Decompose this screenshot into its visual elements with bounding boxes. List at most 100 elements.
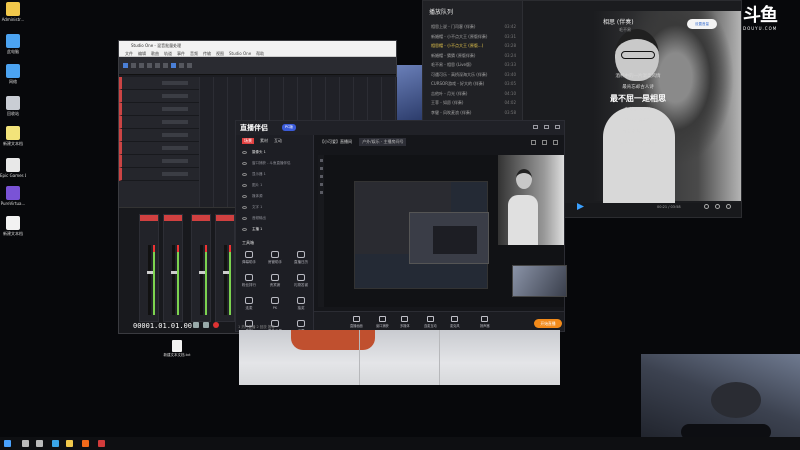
bottom-tool[interactable]: 窗口捕获	[376, 316, 389, 328]
queue-item[interactable]: 吉他叶 - 月光 (伴奏) 04:10	[423, 89, 522, 99]
desktop-shortcut[interactable]: Epic Games Launcher	[0, 158, 26, 178]
toolbox-item[interactable]: 贵宾席	[262, 274, 288, 288]
source-item[interactable]: 主播 1	[236, 224, 313, 235]
channel-strip[interactable]	[215, 214, 235, 322]
camera-icon[interactable]	[319, 159, 323, 162]
close-icon[interactable]	[555, 125, 560, 129]
bottom-tool[interactable]: 扬声器	[480, 316, 490, 328]
toolbox-item[interactable]: 房管助手	[262, 251, 288, 265]
menu-item[interactable]: 轨道	[164, 51, 172, 56]
window-icon[interactable]	[319, 183, 323, 186]
bottom-tool[interactable]: 麦克风	[450, 316, 460, 328]
image-icon[interactable]	[319, 167, 323, 170]
menu-item[interactable]: Studio One	[229, 51, 251, 56]
menu-item[interactable]: 歌曲	[151, 51, 159, 56]
loop-icon[interactable]	[179, 63, 184, 68]
queue-item[interactable]: 王菲 - 如愿 (伴奏) 04:02	[423, 98, 522, 108]
text-icon[interactable]	[319, 175, 323, 178]
track-row[interactable]	[119, 116, 199, 129]
queue-item[interactable]: 可遇可乐 - 高桥深海大乐 (伴奏) 03:40	[423, 70, 522, 80]
track-row[interactable]	[119, 77, 199, 90]
live-header[interactable]: 直播伴侣 PC版	[236, 121, 564, 135]
scene-tab[interactable]: 场景	[242, 138, 254, 144]
toolbox-item[interactable]: 礼物答谢	[288, 274, 314, 288]
loop-mode-icon[interactable]	[715, 204, 720, 209]
eye-icon[interactable]	[242, 228, 247, 231]
eye-icon[interactable]	[242, 195, 247, 198]
desktop-shortcut[interactable]: 新建文本档	[0, 216, 26, 236]
volume-icon[interactable]	[704, 204, 709, 209]
source-item[interactable]: 显示器 1	[236, 169, 313, 180]
toolbox-item[interactable]: 连麦	[236, 297, 262, 311]
desktop-file-icon[interactable]: 新建文本文档.txt	[164, 340, 190, 358]
eye-icon[interactable]	[242, 217, 247, 220]
queue-item[interactable]: 相思帽 - 小不点大王 (原版...) 03:28	[423, 41, 522, 51]
eye-icon[interactable]	[242, 184, 247, 187]
menu-item[interactable]: 帮助	[256, 51, 264, 56]
record-icon[interactable]	[213, 322, 219, 328]
track-row[interactable]	[119, 142, 199, 155]
channel-strip[interactable]	[139, 214, 159, 322]
pencil-tool-icon[interactable]	[131, 63, 136, 68]
source-item[interactable]: 窗口捕获 - 斗鱼直播伴侣	[236, 158, 313, 169]
zoom-tool-icon[interactable]	[163, 63, 168, 68]
eye-icon[interactable]	[242, 173, 247, 176]
stop-icon[interactable]	[193, 322, 199, 328]
live-streaming-window[interactable]: 直播伴侣 PC版 场景 素材 互动 摄像头 1 窗口捕获 - 斗鱼直播伴侣 显示器 1 图…	[235, 120, 565, 332]
track-row[interactable]	[119, 155, 199, 168]
queue-item[interactable]: 新婚帽 - 小不点大王 (原版伴奏) 03:31	[423, 32, 522, 42]
explorer-icon[interactable]	[66, 440, 73, 447]
desktop-shortcut[interactable]: 回收站	[0, 96, 26, 116]
channel-fader[interactable]	[172, 245, 175, 315]
track-row[interactable]	[119, 168, 199, 181]
thumbnail-window[interactable]	[512, 265, 567, 297]
source-item[interactable]: 图片 1	[236, 180, 313, 191]
studio-one-icon[interactable]	[98, 440, 105, 447]
room-name[interactable]: 【小可爱】直播间	[320, 139, 352, 144]
desktop-shortcut[interactable]: PureVirtua...	[0, 186, 26, 206]
fullscreen-icon[interactable]	[542, 140, 547, 145]
douyu-icon[interactable]	[82, 440, 89, 447]
desktop-shortcut[interactable]: Administr...	[0, 2, 26, 22]
arrow-tool-icon[interactable]	[123, 63, 128, 68]
playlist-icon[interactable]	[726, 204, 731, 209]
menu-item[interactable]: 编辑	[138, 51, 146, 56]
queue-item[interactable]: 毛不易 - 相思 (Live版) 03:33	[423, 60, 522, 70]
split-tool-icon[interactable]	[147, 63, 152, 68]
cortana-icon[interactable]	[22, 440, 29, 447]
mute-tool-icon[interactable]	[155, 63, 160, 68]
bottom-tool[interactable]: 直播画面	[350, 316, 363, 328]
channel-fader[interactable]	[200, 245, 203, 315]
eye-icon[interactable]	[242, 206, 247, 209]
task-view-icon[interactable]	[36, 440, 43, 447]
layout-icon[interactable]	[531, 140, 536, 145]
desktop-shortcut[interactable]: 新建文本档	[0, 126, 26, 146]
menu-item[interactable]: 视图	[216, 51, 224, 56]
eye-icon[interactable]	[242, 151, 247, 154]
channel-fader[interactable]	[148, 245, 151, 315]
menu-item[interactable]: 传输	[203, 51, 211, 56]
maximize-icon[interactable]	[544, 125, 549, 129]
bottom-tool[interactable]: 连麦互动	[424, 316, 437, 328]
scene-tab[interactable]: 素材	[260, 138, 268, 144]
track-row[interactable]	[119, 129, 199, 142]
source-item[interactable]: 文字 1	[236, 202, 313, 213]
queue-item[interactable]: CURSOR游戏 - 好大的 (伴奏) 03:05	[423, 79, 522, 89]
source-item[interactable]: 媒体源	[236, 191, 313, 202]
source-item[interactable]: 摄像头 1	[236, 147, 313, 158]
media-icon[interactable]	[319, 191, 323, 194]
toolbox-item[interactable]: PK	[262, 297, 288, 311]
track-row[interactable]	[119, 103, 199, 116]
scene-tab[interactable]: 互动	[274, 138, 282, 144]
queue-item[interactable]: 李健 - 风吹麦浪 (伴奏) 03:58	[423, 108, 522, 118]
edge-icon[interactable]	[52, 440, 59, 447]
menu-item[interactable]: 音频	[190, 51, 198, 56]
source-item[interactable]: 音频输出	[236, 213, 313, 224]
room-category[interactable]: 户外/娱乐 · 主播房间号	[359, 138, 407, 146]
channel-strip[interactable]	[163, 214, 183, 322]
bottom-tool[interactable]: 多媒体	[400, 316, 410, 328]
eraser-tool-icon[interactable]	[139, 63, 144, 68]
toolbox-item[interactable]: 粉丝排行	[236, 274, 262, 288]
snap-icon[interactable]	[171, 63, 176, 68]
metronome-icon[interactable]	[187, 63, 192, 68]
